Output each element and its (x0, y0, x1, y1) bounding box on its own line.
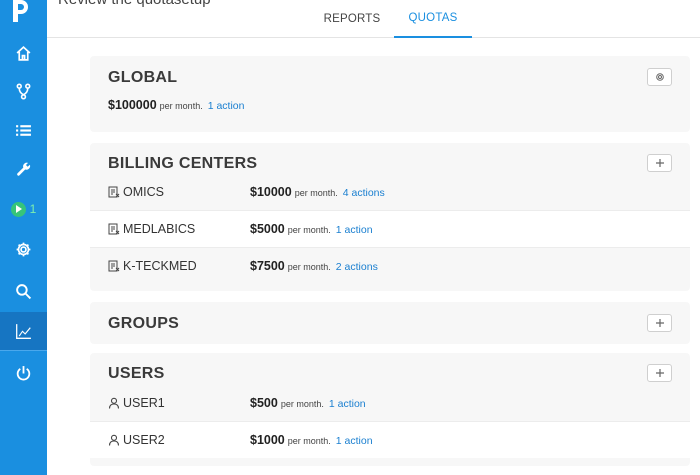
sidebar-item-pipelines[interactable] (0, 72, 47, 110)
tab-reports[interactable]: REPORTS (312, 0, 392, 38)
chart-icon (16, 323, 31, 339)
quota-actions-link[interactable]: 1 action (208, 100, 245, 112)
quota-amount: $500 (250, 396, 278, 410)
quota-period: per month. (280, 399, 324, 409)
table-row[interactable]: USER2 $1000 per month. 1 action (90, 422, 690, 458)
row-label: USER1 (123, 396, 165, 410)
sidebar-item-settings[interactable] (0, 230, 47, 268)
quota-period: per month. (159, 101, 203, 111)
user-name: USER1 (108, 385, 165, 421)
quota-actions-link[interactable]: 4 actions (343, 187, 385, 199)
wrench-icon (17, 162, 31, 176)
row-label: MEDLABICS (123, 222, 196, 236)
table-row[interactable]: USER1 $500 per month. 1 action (90, 385, 690, 421)
power-icon (16, 365, 31, 380)
card-title: BILLING CENTERS (108, 155, 258, 172)
table-row[interactable]: OMICS $10000 per month. 4 actions (90, 174, 690, 210)
logo-icon (13, 0, 28, 22)
global-quota-line: $100000 per month. 1 action (108, 98, 244, 112)
row-quota: $5000 per month. 1 action (250, 211, 373, 247)
billing-center-icon (108, 186, 120, 198)
quota-amount: $1000 (250, 433, 285, 447)
add-user-button[interactable] (647, 364, 672, 382)
home-icon (16, 45, 31, 61)
card-title: USERS (108, 365, 165, 382)
global-quota-card: GLOBAL $100000 per month. 1 action (90, 56, 690, 132)
quota-amount: $5000 (250, 222, 285, 236)
row-label: OMICS (123, 185, 164, 199)
quota-period: per month. (287, 225, 331, 235)
row-quota: $500 per month. 1 action (250, 385, 366, 421)
users-card: USERS USER1 $500 per month. 1 action USE… (90, 353, 690, 466)
sidebar: 1 (0, 0, 47, 475)
table-row[interactable]: MEDLABICS $5000 per month. 1 action (90, 211, 690, 247)
sidebar-item-logout[interactable] (0, 354, 47, 392)
user-name: USER2 (108, 422, 165, 458)
tab-quotas[interactable]: QUOTAS (394, 0, 472, 38)
quota-actions-link[interactable]: 1 action (329, 398, 366, 410)
groups-card: GROUPS (90, 302, 690, 344)
quota-actions-link[interactable]: 1 action (336, 224, 373, 236)
quota-actions-link[interactable]: 1 action (336, 435, 373, 447)
card-title: GROUPS (108, 315, 180, 332)
quota-amount: $7500 (250, 259, 285, 273)
gear-icon (655, 73, 664, 81)
add-billing-center-button[interactable] (647, 154, 672, 172)
sidebar-divider (0, 350, 47, 351)
row-quota: $1000 per month. 1 action (250, 422, 373, 458)
sidebar-item-billing[interactable] (0, 312, 47, 350)
active-runs-count: 1 (29, 202, 37, 216)
plus-icon (655, 319, 664, 327)
quota-amount: $100000 (108, 98, 157, 112)
quota-period: per month. (287, 262, 331, 272)
global-settings-button[interactable] (647, 68, 672, 86)
quota-period: per month. (287, 436, 331, 446)
quota-amount: $10000 (250, 185, 292, 199)
row-label: K-TECKMED (123, 259, 197, 273)
sidebar-item-tools[interactable] (0, 150, 47, 188)
quota-actions-link[interactable]: 2 actions (336, 261, 378, 273)
user-icon (108, 434, 120, 446)
card-title: GLOBAL (108, 69, 178, 86)
page-title: Review the quotasetup (58, 0, 211, 8)
billing-center-icon (108, 223, 120, 235)
billing-centers-card: BILLING CENTERS OMICS $10000 per month. … (90, 143, 690, 291)
list-icon (16, 124, 31, 136)
quota-period: per month. (294, 188, 338, 198)
user-icon (108, 397, 120, 409)
row-quota: $7500 per month. 2 actions (250, 248, 378, 284)
billing-center-name: K-TECKMED (108, 248, 197, 284)
add-group-button[interactable] (647, 314, 672, 332)
search-icon (16, 283, 32, 299)
sidebar-item-runs[interactable]: 1 (0, 190, 47, 228)
branch-icon (16, 82, 31, 100)
plus-icon (655, 369, 664, 377)
plus-icon (655, 159, 664, 167)
sidebar-item-search[interactable] (0, 272, 47, 310)
billing-center-name: OMICS (108, 174, 164, 210)
billing-center-icon (108, 260, 120, 272)
gear-icon (16, 242, 31, 256)
row-quota: $10000 per month. 4 actions (250, 174, 385, 210)
row-label: USER2 (123, 433, 165, 447)
play-icon (10, 201, 26, 217)
billing-center-name: MEDLABICS (108, 211, 195, 247)
sidebar-item-home[interactable] (0, 34, 47, 72)
table-row[interactable]: K-TECKMED $7500 per month. 2 actions (90, 248, 690, 284)
sidebar-item-library[interactable] (0, 111, 47, 149)
